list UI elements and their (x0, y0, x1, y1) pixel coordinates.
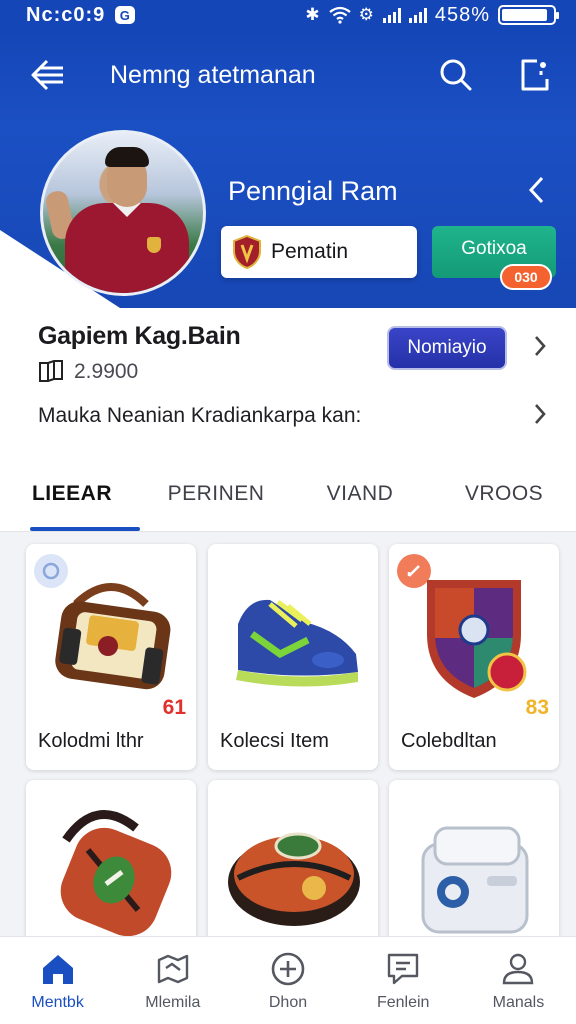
back-arrow-icon (31, 59, 63, 91)
item-label: Kolecsi Item (220, 730, 329, 752)
nav-chat[interactable]: Fenlein (346, 937, 461, 1024)
battery-icon (498, 5, 559, 25)
tab-vroos[interactable]: VROOS (432, 456, 576, 531)
tab-label: VROOS (464, 481, 544, 505)
item-card[interactable]: 83 Colebdltan (389, 544, 559, 770)
nav-profile[interactable]: Manals (461, 937, 576, 1024)
sling-bag-icon (228, 832, 360, 926)
chevron-left-icon (528, 176, 544, 204)
item-label: Kolodmi lthr (38, 730, 144, 752)
status-bar: Nc:c0:9 G ✱ ⚙ 458% (0, 0, 576, 30)
search-button[interactable] (436, 55, 476, 95)
item-label: Colebdltan (401, 730, 497, 752)
book-icon (39, 360, 63, 382)
gotixoa-label: Gotixoa (461, 238, 527, 259)
profile-hero: Penngial Ram Pematin Gotixoa 030 (0, 120, 576, 308)
nav-home[interactable]: Mentbk (0, 937, 115, 1024)
item-grid: 61 Kolodmi lthr Kolecsi Item 83 Colebdlt… (0, 532, 576, 1006)
pematin-label: Pematin (271, 240, 349, 263)
home-icon (42, 954, 73, 984)
item-badge: 83 (525, 696, 549, 719)
nav-label: Mlemila (145, 993, 201, 1011)
nav-label: Dhon (268, 993, 308, 1011)
gotixoa-button[interactable]: Gotixoa 030 (432, 226, 556, 290)
hero-name: Penngial Ram (228, 176, 398, 206)
battery-percent: 458% (434, 3, 490, 26)
item-card[interactable]: 61 Kolodmi lthr (26, 544, 196, 770)
bottom-nav: Mentbk Mlemila Dhon Fenlein Manals (0, 936, 576, 1024)
tab-perinen[interactable]: PERINEN (144, 456, 288, 531)
pematin-button[interactable]: Pematin (221, 226, 417, 278)
avatar-hair (105, 147, 149, 167)
sneaker-icon (236, 599, 358, 687)
status-time: Nc:c0:9 (26, 3, 106, 26)
tab-viand[interactable]: VIAND (288, 456, 432, 531)
profile-more-button[interactable] (526, 330, 554, 362)
tab-lieear[interactable]: LIEEAR (0, 456, 144, 531)
signal-icon (382, 7, 401, 23)
nomiayio-button[interactable]: Nomiayio (387, 326, 507, 370)
app-bar-actions (436, 55, 554, 95)
app-screen: Nc:c0:9 G ✱ ⚙ 458% Nemng atetmanan Penng… (0, 0, 576, 1024)
nav-label: Mentbk (31, 993, 84, 1011)
chevron-right-icon (535, 336, 546, 356)
status-icons: ✱ ⚙ 458% (305, 3, 559, 27)
tab-label: VIAND (326, 481, 394, 505)
search-icon (440, 59, 472, 91)
item-card[interactable]: Kolecsi Item (208, 544, 378, 770)
tab-bar: LIEEAR PERINEN VIAND VROOS (0, 456, 576, 532)
notification-icon: G (115, 6, 136, 24)
share-button[interactable] (514, 55, 554, 95)
shield-icon (233, 235, 261, 269)
avatar-crest (147, 237, 161, 253)
nav-label: Manals (492, 993, 545, 1011)
plus-circle-icon (271, 952, 305, 985)
battery-level (502, 9, 547, 21)
nav-label: Fenlein (376, 993, 430, 1011)
gotixoa-badge: 030 (500, 264, 552, 290)
avatar[interactable] (40, 130, 206, 296)
alarm-icon: ⚙ (358, 5, 375, 24)
back-button[interactable] (22, 49, 74, 101)
description-more-button[interactable] (526, 398, 554, 430)
nomiayio-label: Nomiayio (407, 337, 487, 358)
bluetooth-icon: ✱ (305, 5, 321, 24)
profile-count: 2.9900 (38, 360, 138, 384)
chat-icon (388, 953, 419, 984)
tab-label: LIEEAR (31, 481, 112, 505)
map-icon (157, 954, 188, 983)
profile-description: Mauka Neanian Kradiankarpa kan: (38, 404, 362, 427)
person-icon (503, 953, 534, 984)
count-value: 2.9900 (74, 360, 139, 383)
username: Gapiem Kag.Bain (38, 322, 241, 350)
item-badge: 61 (162, 696, 186, 719)
crest-shield-icon (427, 580, 527, 698)
duffel-bag-icon (60, 810, 172, 937)
chevron-right-icon (535, 404, 546, 424)
cooler-box-icon (421, 826, 529, 934)
profile-info: Gapiem Kag.Bain 2.9900 Nomiayio Mauka Ne… (0, 308, 576, 456)
app-bar: Nemng atetmanan (0, 30, 576, 120)
leather-bag-icon (55, 583, 171, 690)
wifi-icon (328, 6, 351, 24)
nav-map[interactable]: Mlemila (115, 937, 230, 1024)
hero-expand-button[interactable] (520, 172, 552, 208)
signal-2-icon (408, 7, 427, 23)
nav-add[interactable]: Dhon (230, 937, 345, 1024)
share-icon (521, 59, 549, 91)
tab-label: PERINEN (167, 481, 265, 505)
page-title: Nemng atetmanan (110, 60, 316, 89)
